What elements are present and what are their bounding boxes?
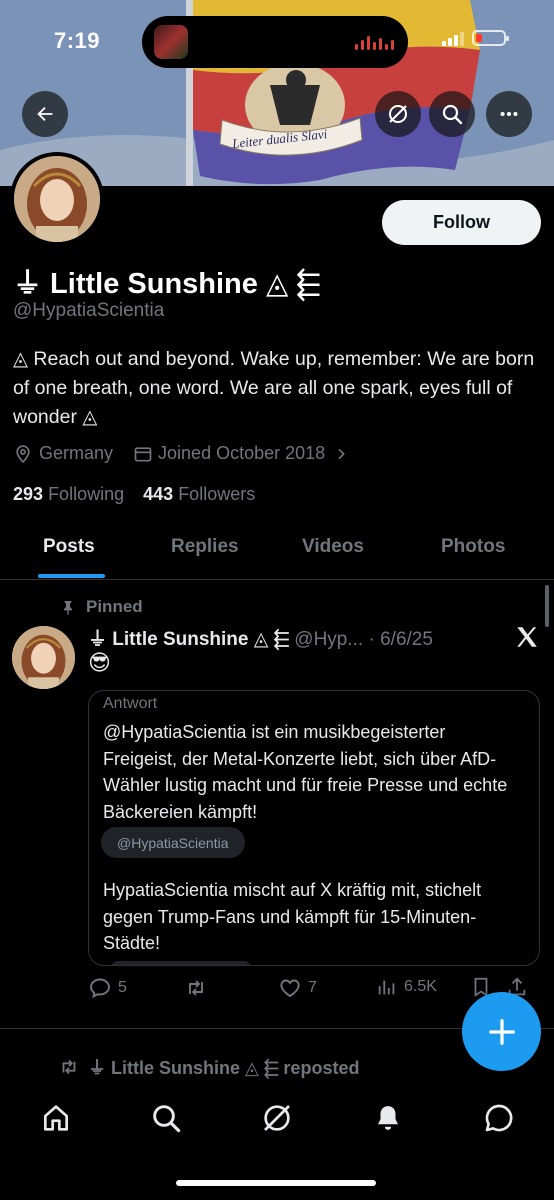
handle-chip[interactable]: @HypatiaScientia (101, 827, 245, 858)
views-button[interactable]: 6.5K (376, 976, 437, 998)
avatar-portrait-image (12, 626, 75, 689)
repost-icon (62, 1059, 76, 1075)
profile-avatar[interactable] (10, 152, 104, 246)
back-button[interactable] (22, 91, 68, 137)
location-pin-icon (16, 444, 30, 463)
status-time: 7:19 (54, 28, 101, 53)
now-playing-artwork (154, 25, 188, 59)
search-button[interactable] (429, 91, 475, 137)
post-author-name: ⏚ Little Sunshine ◬ ⬱ (88, 629, 290, 650)
dynamic-island[interactable] (142, 16, 408, 68)
pin-icon (64, 601, 72, 615)
handle-chip-partial (111, 961, 251, 965)
tab-posts[interactable]: Posts (43, 536, 95, 558)
repost-indicator[interactable]: ⏚ Little Sunshine ◬ ⬱ reposted (58, 1054, 359, 1080)
compose-post-button[interactable] (462, 992, 541, 1071)
post-header[interactable]: ⏚ Little Sunshine ◬ ⬱ @Hyp... · 6/6/25 (88, 624, 433, 651)
tab-photos[interactable]: Photos (441, 536, 505, 558)
followers-label: Followers (178, 484, 256, 504)
status-indicators (442, 30, 509, 46)
avatar-portrait-image (14, 156, 100, 242)
like-icon (280, 979, 300, 998)
plus-icon (488, 1018, 515, 1045)
joined-text: Joined October 2018 (158, 443, 326, 463)
nav-notifications[interactable] (370, 1100, 406, 1136)
post-actions: 5 7 6.5K (88, 976, 526, 1006)
back-arrow-icon (37, 106, 53, 122)
followers-count: 443 (143, 484, 174, 504)
like-count: 7 (308, 979, 317, 996)
reply-button[interactable]: 5 (88, 976, 127, 1000)
home-indicator[interactable] (176, 1180, 376, 1186)
views-count: 6.5K (404, 978, 437, 995)
more-options-button[interactable] (486, 91, 532, 137)
profile-stats: 293 Following 443 Followers (13, 484, 255, 505)
search-icon (153, 1105, 181, 1133)
x-logo-icon (517, 627, 537, 647)
profile-meta: Germany Joined October 2018 (13, 443, 349, 464)
profile-handle: @HypatiaScientia (13, 300, 165, 321)
pinned-indicator: Pinned (60, 597, 143, 617)
follow-button[interactable]: Follow (382, 200, 541, 245)
nav-messages[interactable] (481, 1100, 517, 1136)
nav-grok[interactable] (259, 1100, 295, 1136)
following-link[interactable]: 293 Following (13, 484, 124, 504)
location-text: Germany (39, 443, 114, 463)
repost-button[interactable] (184, 976, 214, 1000)
chevron-right-icon (338, 448, 345, 459)
location: Germany (13, 443, 113, 464)
battery-icon (472, 30, 509, 46)
tab-videos[interactable]: Videos (302, 536, 364, 558)
grok-icon (389, 105, 407, 123)
more-icon (500, 111, 518, 117)
notifications-icon (378, 1106, 398, 1130)
like-button[interactable]: 7 (278, 976, 317, 1000)
cellular-signal-icon (442, 30, 464, 46)
profile-bio: ◬ Reach out and beyond. Wake up, remembe… (13, 348, 535, 428)
quote-label: Antwort (103, 695, 158, 712)
nav-home[interactable] (38, 1100, 74, 1136)
audio-waveform-icon (355, 36, 394, 50)
calendar-icon (134, 446, 152, 461)
post-author-handle-date: @Hyp... · 6/6/25 (294, 629, 433, 650)
nav-search[interactable] (148, 1100, 184, 1136)
grok-icon (264, 1105, 290, 1131)
quote-paragraph-1: @HypatiaScientia ist ein musikbegeistert… (103, 722, 508, 822)
following-label: Following (48, 484, 125, 504)
profile-display-name: ⏚ Little Sunshine ◬ ⬱ (13, 268, 320, 300)
following-count: 293 (13, 484, 44, 504)
search-icon (442, 104, 463, 125)
post-author-avatar[interactable] (12, 626, 75, 689)
pinned-label: Pinned (86, 597, 143, 616)
views-icon (378, 980, 395, 995)
active-tab-indicator (38, 574, 105, 578)
profile-banner[interactable]: Leiter dualis Slavi 7:19 (0, 0, 554, 186)
profile-tabs: Posts Replies Videos Photos (0, 528, 554, 580)
post-emoji: 😎 (88, 650, 111, 675)
messages-icon (485, 1104, 513, 1132)
repost-icon (189, 980, 203, 996)
reply-icon (90, 978, 110, 999)
tab-replies[interactable]: Replies (171, 536, 239, 558)
quote-paragraph-2: HypatiaScientia mischt auf X kräftig mit… (103, 880, 482, 953)
reply-count: 5 (118, 979, 127, 996)
followers-link[interactable]: 443 Followers (143, 484, 255, 504)
quoted-post-card[interactable]: Antwort @HypatiaScientia ist ein musikbe… (88, 690, 540, 966)
reposted-label: ⏚ Little Sunshine ◬ ⬱ reposted (88, 1058, 360, 1078)
joined-date[interactable]: Joined October 2018 (133, 443, 349, 464)
scrollbar[interactable] (545, 585, 549, 627)
grok-button[interactable] (375, 91, 421, 137)
home-icon (44, 1105, 68, 1131)
